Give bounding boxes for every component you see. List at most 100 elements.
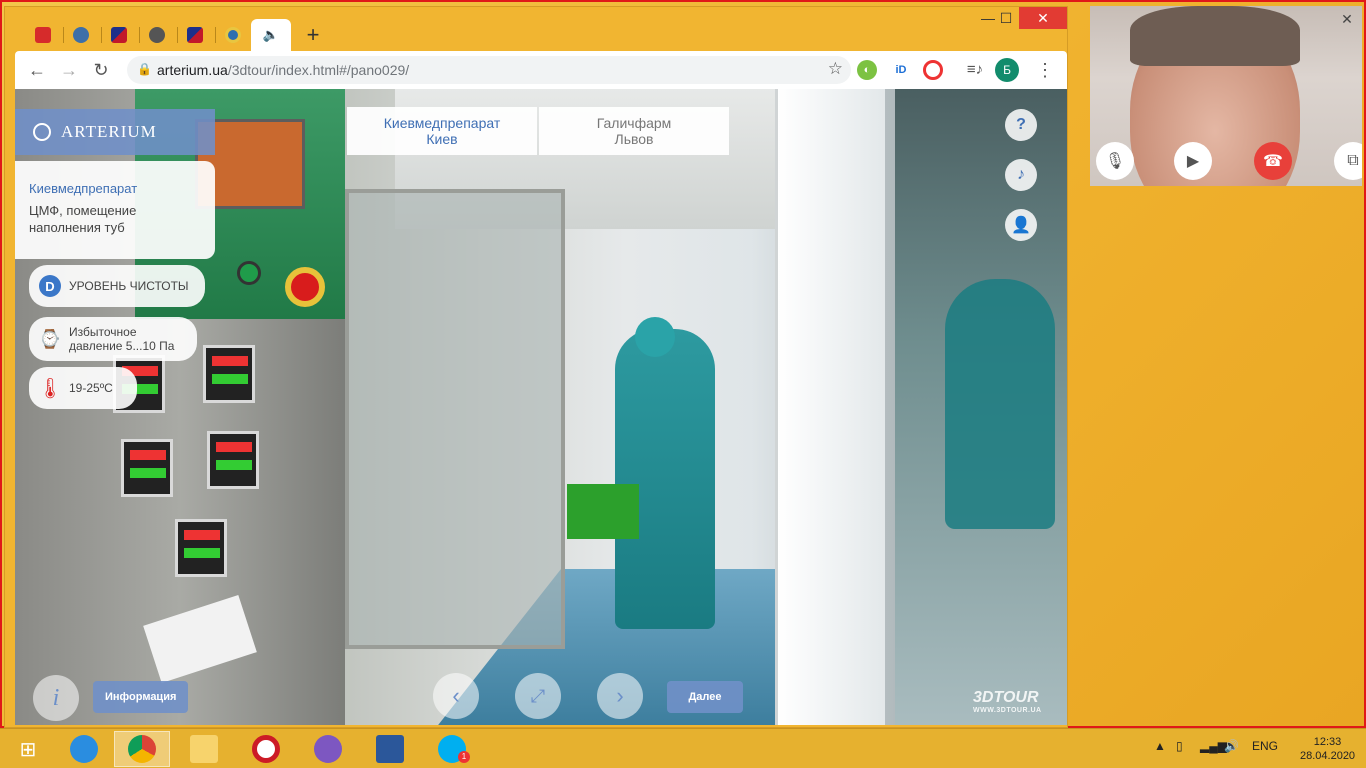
language-indicator[interactable]: ENG xyxy=(1252,739,1278,753)
panorama-viewport[interactable]: ARTERIUM Киевмедпрепарат ЦМФ, помещение … xyxy=(15,89,1067,725)
chrome-icon xyxy=(128,735,156,763)
help-button[interactable]: ? xyxy=(1005,109,1037,141)
url-text: arterium.ua/3dtour/index.html#/pano029/ xyxy=(157,62,409,78)
watermark-text: 3DTOUR xyxy=(973,689,1039,706)
tab-python[interactable] xyxy=(63,19,99,51)
pano-display xyxy=(207,431,259,489)
forward-arrow-icon[interactable]: → xyxy=(57,58,81,82)
switch-window-icon[interactable]: ⧉ xyxy=(1334,142,1362,180)
taskbar: ⊞ 1 ▲ ▯ ▂▄▆ 🔊 ENG 12:33 28.04.2020 xyxy=(0,728,1366,768)
windows-logo-icon: ⊞ xyxy=(19,738,37,761)
profile-avatar[interactable]: Б xyxy=(995,58,1019,82)
end-call-icon[interactable]: ☎ xyxy=(1254,142,1292,180)
viber-icon xyxy=(314,735,342,763)
tab-book[interactable] xyxy=(25,19,61,51)
tab-strip: 🔈 + — ☐ ✕ xyxy=(5,7,1067,51)
pano-machine-glass xyxy=(345,189,565,649)
target-extension-icon[interactable] xyxy=(923,60,943,80)
emblem-icon xyxy=(225,27,241,43)
clock-time: 12:33 xyxy=(1313,736,1342,748)
cleanliness-pill: D УРОВЕНЬ ЧИСТОТЫ xyxy=(29,265,205,307)
tab-globe[interactable] xyxy=(139,19,175,51)
address-bar[interactable]: 🔒 arterium.ua/3dtour/index.html#/pano029… xyxy=(127,56,851,84)
close-button[interactable]: ✕ xyxy=(1019,7,1067,29)
network-icon[interactable]: ▂▄▆ xyxy=(1200,739,1227,753)
taskbar-opera[interactable] xyxy=(238,731,294,767)
info-button[interactable]: i xyxy=(33,675,79,721)
speaker-icon: 🔈 xyxy=(262,27,280,42)
pano-reflection xyxy=(945,279,1055,529)
volume-icon[interactable]: 🔊 xyxy=(1224,739,1239,753)
pressure-line-1: Избыточное xyxy=(69,325,137,339)
music-note-icon[interactable]: ♪ xyxy=(1005,159,1037,191)
info-tag[interactable]: Информация xyxy=(93,681,189,713)
show-hidden-icons[interactable]: ▲ xyxy=(1154,739,1166,753)
info-title: Киевмедпрепарат xyxy=(29,181,138,196)
temperature-text: 19-25ºС xyxy=(69,381,113,395)
video-call-window: ✕ 🎙 ▶ ☎ ⧉ xyxy=(1090,6,1362,186)
pano-worker-head xyxy=(635,317,675,357)
gauge-icon: ⌚ xyxy=(38,329,62,349)
book-icon xyxy=(35,27,51,43)
url-path: /3dtour/index.html#/pano029/ xyxy=(227,62,410,78)
microphone-icon[interactable]: 🎙 xyxy=(1096,142,1134,180)
arterium-logo[interactable]: ARTERIUM xyxy=(15,109,215,155)
globe-icon xyxy=(149,27,165,43)
tab-emblem[interactable] xyxy=(215,19,251,51)
chevron-left-icon[interactable]: ‹ xyxy=(433,673,479,719)
tab-flag-1[interactable] xyxy=(101,19,137,51)
battery-icon[interactable]: ▯ xyxy=(1176,739,1183,753)
python-icon xyxy=(73,27,89,43)
close-icon[interactable]: ✕ xyxy=(1338,10,1356,28)
location-kiev[interactable]: Киевмедпрепарат Киев xyxy=(347,107,537,155)
windows-start-button[interactable]: ⊞ xyxy=(0,731,56,767)
internet-explorer-icon xyxy=(70,735,98,763)
next-tag[interactable]: Далее xyxy=(667,681,743,713)
tab-active-arterium[interactable]: 🔈 xyxy=(251,19,291,51)
id-extension-icon[interactable]: iD xyxy=(891,60,911,80)
new-tab-button[interactable]: + xyxy=(299,21,327,49)
pano-door xyxy=(775,89,885,725)
info-line-1: ЦМФ, помещение xyxy=(29,203,137,218)
system-clock[interactable]: 12:33 28.04.2020 xyxy=(1300,735,1355,763)
lock-icon: 🔒 xyxy=(137,62,152,76)
bookmark-star-icon[interactable]: ☆ xyxy=(828,59,843,79)
location-name: Галичфарм xyxy=(596,115,672,131)
thermometer-icon: 🌡 xyxy=(37,377,63,400)
pano-worker xyxy=(615,329,715,629)
taskbar-ie[interactable] xyxy=(56,731,112,767)
pano-display xyxy=(175,519,227,577)
menu-icon[interactable]: ⋮ xyxy=(1033,58,1057,82)
cleanliness-class-badge: D xyxy=(39,275,61,297)
pano-crate xyxy=(567,484,639,539)
location-name: Киевмедпрепарат xyxy=(383,115,501,131)
camera-icon[interactable]: ▶ xyxy=(1174,142,1212,180)
browser-window: 🔈 + — ☐ ✕ ← → ↻ 🔒 arterium.ua/3dtour/ind… xyxy=(4,6,1068,728)
reload-icon[interactable]: ↻ xyxy=(89,58,113,82)
flag-icon xyxy=(111,27,127,43)
location-lviv[interactable]: Галичфарм Львов xyxy=(539,107,729,155)
taskbar-explorer[interactable] xyxy=(176,731,232,767)
back-arrow-icon[interactable]: ← xyxy=(25,58,49,82)
user-icon[interactable]: 👤 xyxy=(1005,209,1037,241)
pano-display xyxy=(121,439,173,497)
browser-toolbar: ← → ↻ 🔒 arterium.ua/3dtour/index.html#/p… xyxy=(15,51,1067,89)
taskbar-word[interactable] xyxy=(362,731,418,767)
chevron-right-icon[interactable]: › xyxy=(597,673,643,719)
pressure-pill: ⌚ Избыточное давление 5...10 Па xyxy=(29,317,197,361)
taskbar-viber[interactable] xyxy=(300,731,356,767)
pano-display xyxy=(203,345,255,403)
media-control-icon[interactable]: ≡♪ xyxy=(965,60,985,80)
url-host: arterium.ua xyxy=(157,62,228,78)
location-switcher: Киевмедпрепарат Киев Галичфарм Львов xyxy=(347,107,729,155)
location-info-card: Киевмедпрепарат ЦМФ, помещение наполнени… xyxy=(15,161,215,259)
taskbar-chrome[interactable] xyxy=(114,731,170,767)
notification-badge: 1 xyxy=(458,751,470,763)
extension-icon[interactable]: ◐ xyxy=(857,60,877,80)
tab-flag-2[interactable] xyxy=(177,19,213,51)
info-subtitle: ЦМФ, помещение наполнения туб xyxy=(29,202,215,236)
watermark-sub: WWW.3DTOUR.UA xyxy=(973,707,1042,714)
taskbar-skype[interactable]: 1 xyxy=(424,731,480,767)
location-city: Львов xyxy=(614,131,654,147)
fullscreen-icon[interactable]: ⤢ xyxy=(515,673,561,719)
